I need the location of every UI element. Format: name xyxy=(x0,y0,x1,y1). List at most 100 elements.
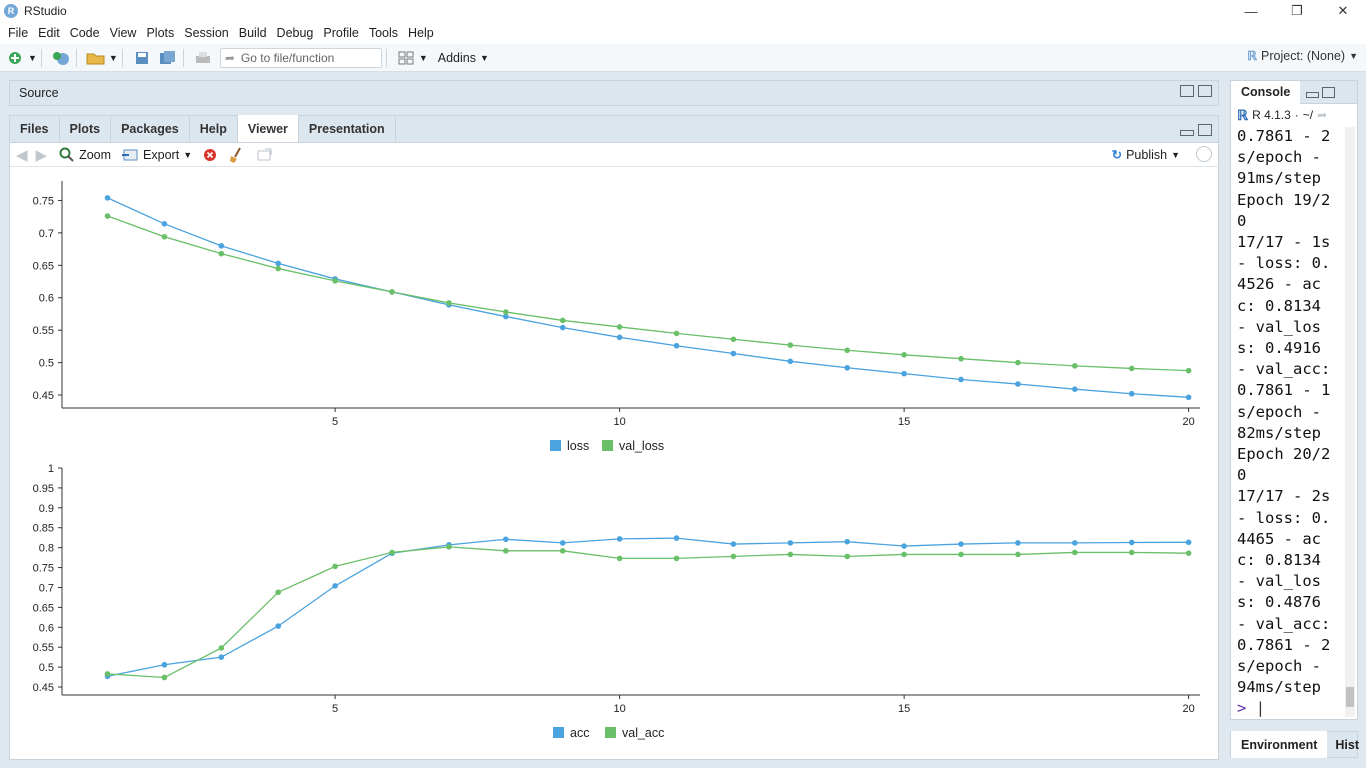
menu-view[interactable]: View xyxy=(105,26,142,40)
tab-presentation[interactable]: Presentation xyxy=(299,115,396,142)
minimize-pane-icon[interactable] xyxy=(1306,91,1320,98)
data-point-loss xyxy=(901,370,907,377)
data-point-val_acc xyxy=(104,671,111,677)
menu-build[interactable]: Build xyxy=(234,26,272,40)
export-icon xyxy=(122,149,138,160)
console-line: 91ms/step xyxy=(1237,169,1321,188)
tab-environment[interactable]: Environment xyxy=(1231,731,1328,758)
accuracy-chart: 1 0.95 0.9 0.85 0.8 0.75 0.7 0.65 0.6 0.55 0.5 0.45… xyxy=(33,463,1200,740)
clear-viewer-button[interactable] xyxy=(202,147,218,163)
menu-edit[interactable]: Edit xyxy=(33,26,65,40)
console-pane: Console ℝ R 4.1.3 · ~/ ➦ 0.7861 - 2 s/epo… xyxy=(1230,80,1358,720)
forward-arrow-icon[interactable]: ▶ xyxy=(36,146,48,164)
export-label: Export xyxy=(143,147,180,162)
tab-help[interactable]: Help xyxy=(190,115,238,142)
back-arrow-icon[interactable]: ◀ xyxy=(16,146,28,164)
chevron-down-icon[interactable]: ▼ xyxy=(419,53,428,63)
restore-pane-icon[interactable] xyxy=(1198,124,1212,136)
save-icon[interactable] xyxy=(131,47,153,69)
maximize-button[interactable]: ❐ xyxy=(1274,0,1320,22)
data-point-val_acc xyxy=(616,555,623,562)
data-point-acc xyxy=(787,540,794,546)
publish-button[interactable]: ↻ Publish ▼ xyxy=(1112,147,1180,163)
series-line-val_loss xyxy=(107,215,1189,372)
data-point-val_loss xyxy=(332,278,338,284)
console-prompt[interactable]: > | xyxy=(1231,698,1357,719)
goto-directory-icon[interactable]: ➦ xyxy=(1317,108,1327,122)
tab-packages[interactable]: Packages xyxy=(111,115,190,142)
data-point-acc xyxy=(673,535,680,541)
menu-file[interactable]: File xyxy=(3,26,33,40)
print-icon[interactable] xyxy=(192,47,214,69)
save-all-icon[interactable] xyxy=(157,47,179,69)
tab-history[interactable]: Hist xyxy=(1327,738,1359,752)
data-point-acc xyxy=(503,536,509,543)
minimize-pane-icon[interactable] xyxy=(1180,130,1194,136)
y-tick-label: 0.45 xyxy=(33,682,54,694)
clear-all-button[interactable] xyxy=(228,146,246,164)
data-point-val_loss xyxy=(389,289,395,295)
pane-layout-icon[interactable] xyxy=(395,47,417,69)
data-point-val_acc xyxy=(958,551,964,558)
menu-code[interactable]: Code xyxy=(65,26,105,40)
console-line: 0.7861 - 2 xyxy=(1237,635,1331,654)
toolbar-separator xyxy=(121,48,123,67)
new-project-icon[interactable] xyxy=(50,47,72,69)
remove-icon xyxy=(204,148,217,161)
refresh-icon[interactable] xyxy=(1196,146,1212,162)
data-point-loss xyxy=(104,195,111,201)
tab-plots[interactable]: Plots xyxy=(60,115,112,142)
goto-file-function-input[interactable]: ➦ Go to file/function xyxy=(219,47,382,68)
series-line-val_acc xyxy=(107,546,1189,679)
console-line: 0.7861 - 2 xyxy=(1237,127,1331,145)
chevron-down-icon[interactable]: ▼ xyxy=(109,53,118,63)
data-point-val_acc xyxy=(161,674,168,681)
environment-pane: Environment Hist xyxy=(1230,731,1359,758)
popout-icon xyxy=(257,148,272,160)
legend-label: loss xyxy=(567,439,589,453)
menu-help[interactable]: Help xyxy=(403,26,439,40)
popout-button[interactable] xyxy=(256,147,274,163)
open-folder-icon[interactable] xyxy=(85,47,107,69)
console-line: - val_los xyxy=(1237,317,1321,336)
close-button[interactable]: ✕ xyxy=(1320,0,1366,22)
console-line: - loss: 0. xyxy=(1237,254,1331,273)
minimize-button[interactable]: — xyxy=(1228,0,1274,22)
data-point-val_acc xyxy=(559,548,566,554)
y-tick-label: 0.7 xyxy=(39,582,54,594)
addins-menu[interactable]: Addins xyxy=(438,51,476,65)
new-file-icon[interactable] xyxy=(4,47,26,69)
text-cursor: | xyxy=(1255,699,1266,718)
restore-pane-icon[interactable] xyxy=(1180,85,1194,97)
data-point-loss xyxy=(1072,386,1078,392)
menu-plots[interactable]: Plots xyxy=(141,26,179,40)
menu-debug[interactable]: Debug xyxy=(272,26,319,40)
tab-viewer[interactable]: Viewer xyxy=(237,115,299,142)
console-scrollbar[interactable] xyxy=(1345,127,1355,717)
chevron-down-icon[interactable]: ▼ xyxy=(480,53,489,63)
scrollbar-thumb[interactable] xyxy=(1346,687,1354,707)
data-point-val_acc xyxy=(1128,549,1135,556)
console-line: s/epoch - xyxy=(1237,657,1321,676)
restore-pane-icon[interactable] xyxy=(1322,86,1336,98)
console-line: s/epoch - xyxy=(1237,402,1321,421)
toolbar-separator xyxy=(182,48,184,67)
maximize-pane-icon[interactable] xyxy=(1198,85,1212,97)
zoom-button[interactable]: Zoom xyxy=(59,147,111,163)
working-directory[interactable]: ~/ xyxy=(1303,108,1313,122)
project-menu[interactable]: ℝ Project: (None) ▼ xyxy=(1247,48,1358,64)
viewer-toolbar: ◀ ▶ Zoom Export ▼ xyxy=(10,143,1218,167)
data-point-acc xyxy=(1072,540,1078,546)
tab-console[interactable]: Console xyxy=(1231,81,1301,104)
y-tick-label: 0.45 xyxy=(33,390,54,402)
chevron-down-icon[interactable]: ▼ xyxy=(28,53,37,63)
console-line: 82ms/step xyxy=(1237,423,1321,442)
console-line: 4526 - ac xyxy=(1237,275,1321,294)
menu-session[interactable]: Session xyxy=(179,26,233,40)
data-point-acc xyxy=(275,623,282,629)
tab-files[interactable]: Files xyxy=(10,115,60,142)
menu-profile[interactable]: Profile xyxy=(318,26,363,40)
data-point-val_acc xyxy=(1185,550,1192,556)
export-button[interactable]: Export ▼ xyxy=(121,147,192,163)
menu-tools[interactable]: Tools xyxy=(364,26,403,40)
